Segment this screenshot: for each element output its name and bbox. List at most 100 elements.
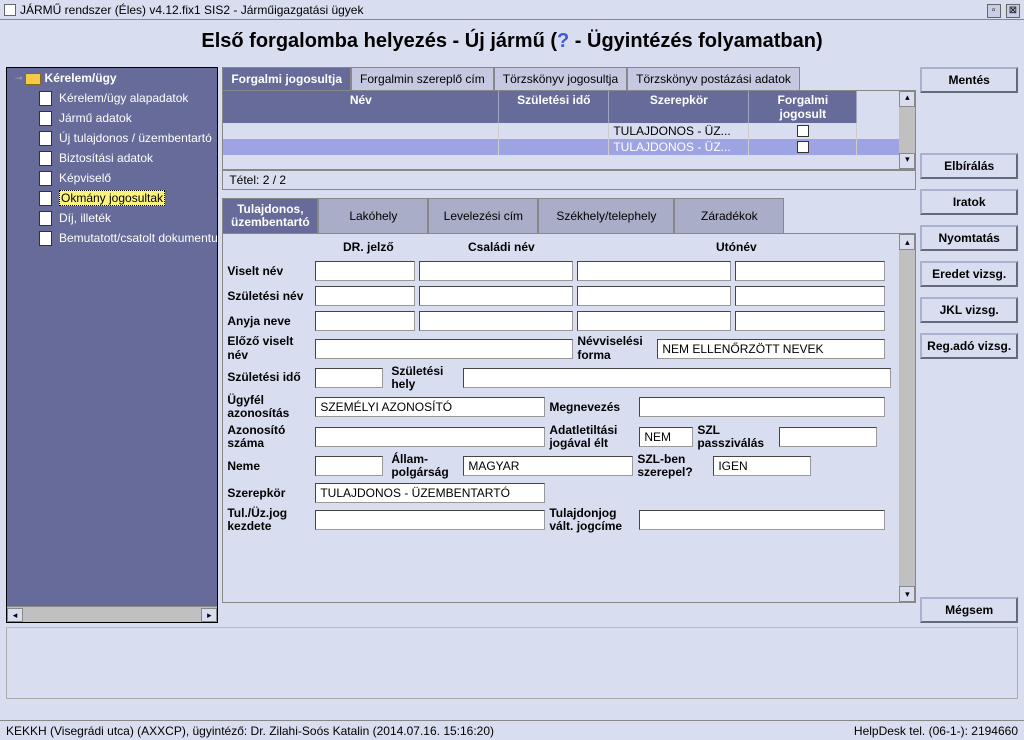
tree-item-0[interactable]: Kérelem/ügy alapadatok [7,88,217,108]
top-tab-3[interactable]: Törzskönyv postázási adatok [627,67,800,90]
megnev-input[interactable] [639,397,885,417]
szlben-input[interactable] [713,456,811,476]
label-szlben: SZL-ben szerepel? [637,453,709,479]
tree-item-7[interactable]: Bemutatott/csatolt dokumentu [7,228,217,248]
anyja-csaladi[interactable] [419,311,573,331]
page-title: Első forgalomba helyezés - Új jármű (? -… [0,20,1024,67]
col-role[interactable]: Szerepkör [609,91,749,123]
maximize-icon[interactable]: ▫ [987,4,1001,18]
tree-item-4[interactable]: Képviselő [7,168,217,188]
ugyfel-input[interactable] [315,397,545,417]
szulhely-input[interactable] [463,368,891,388]
cancel-button[interactable]: Mégsem [920,597,1018,623]
label-szulhely: Születési hely [391,365,459,391]
viselt-uto1[interactable] [577,261,731,281]
save-button[interactable]: Mentés [920,67,1018,93]
tree-item-1[interactable]: Jármű adatok [7,108,217,128]
iratok-button[interactable]: Iratok [920,189,1018,215]
szulido-input[interactable] [315,368,383,388]
szulnev-dr[interactable] [315,286,415,306]
tree-item-6[interactable]: Díj, illeték [7,208,217,228]
top-tab-1[interactable]: Forgalmin szereplő cím [351,67,494,90]
document-icon [39,171,55,185]
document-icon [39,231,55,245]
nevvis-input[interactable] [657,339,885,359]
document-icon [39,211,55,225]
titlebar: JÁRMŰ rendszer (Éles) v4.12.fix1 SIS2 - … [0,0,1024,20]
label-szlpass: SZL passziválás [697,424,775,450]
elbiralas-button[interactable]: Elbírálás [920,153,1018,179]
label-szerep: Szerepkör [227,486,311,500]
close-icon[interactable]: ⊠ [1006,4,1020,18]
label-megnev: Megnevezés [549,400,635,414]
col-jog[interactable]: Forgalmi jogosult [749,91,857,123]
jkl-button[interactable]: JKL vizsg. [920,297,1018,323]
neme-input[interactable] [315,456,383,476]
detail-tab-1[interactable]: Lakóhely [318,198,428,233]
szulnev-uto1[interactable] [577,286,731,306]
adat-input[interactable] [639,427,693,447]
label-azon: Azonosító száma [227,424,311,450]
anyja-uto2[interactable] [735,311,885,331]
elozo-input[interactable] [315,339,573,359]
anyja-uto1[interactable] [577,311,731,331]
label-szulido: Születési idő [227,371,311,384]
allam-input[interactable] [463,456,633,476]
regado-button[interactable]: Reg.adó vizsg. [920,333,1018,359]
grid-row[interactable]: TULAJDONOS - ÜZ... [223,123,899,139]
viselt-dr[interactable] [315,261,415,281]
checkbox-icon[interactable] [797,141,809,153]
document-icon [39,131,55,145]
anyja-dr[interactable] [315,311,415,331]
label-elozo: Előző viselt név [227,335,311,361]
label-anyja: Anyja neve [227,314,311,328]
top-tabs: Forgalmi jogosultjaForgalmin szereplő cí… [222,67,916,90]
grid-row[interactable]: TULAJDONOS - ÜZ... [223,139,899,155]
label-neme: Neme [227,459,311,473]
tree-item-3[interactable]: Biztosítási adatok [7,148,217,168]
viselt-uto2[interactable] [735,261,885,281]
azon-input[interactable] [315,427,545,447]
top-tab-2[interactable]: Törzskönyv jogosultja [494,67,627,90]
label-ugyfel: Ügyfél azonosítás [227,394,311,420]
col-szul[interactable]: Születési idő [499,91,609,123]
status-left: KEKKH (Visegrádi utca) (AXXCP), ügyintéz… [6,724,494,738]
tulcim-input[interactable] [639,510,885,530]
detail-tab-0[interactable]: Tulajdonos,üzembentartó [222,198,318,233]
detail-tabs: Tulajdonos,üzembentartóLakóhelyLevelezés… [222,198,916,233]
tree-pane: ⊸Kérelem/ügyKérelem/ügy alapadatokJármű … [6,67,218,623]
document-icon [39,191,55,205]
col-csaladi: Családi név [421,240,581,254]
szerep-input[interactable] [315,483,545,503]
col-utonev: Utónév [581,240,891,254]
grid-vscrollbar[interactable]: ▴ ▾ [899,91,915,169]
document-icon [39,111,55,125]
document-icon [39,91,55,105]
szulnev-csaladi[interactable] [419,286,573,306]
document-icon [39,151,55,165]
detail-tab-4[interactable]: Záradékok [674,198,784,233]
tuljog-input[interactable] [315,510,545,530]
eredet-button[interactable]: Eredet vizsg. [920,261,1018,287]
checkbox-icon[interactable] [797,125,809,137]
nyomtatas-button[interactable]: Nyomtatás [920,225,1018,251]
tree-item-5[interactable]: Okmány jogosultak [7,188,217,208]
owner-form: DR. jelző Családi név Utónév Viselt név … [222,233,916,603]
szulnev-uto2[interactable] [735,286,885,306]
folder-icon [25,71,41,85]
col-nev[interactable]: Név [223,91,499,123]
tree-item-2[interactable]: Új tulajdonos / üzembentartó [7,128,217,148]
tree-root[interactable]: ⊸Kérelem/ügy [7,68,217,88]
label-adat: Adatletiltási jogával élt [549,424,635,450]
tree-hscrollbar[interactable]: ◂▸ [7,606,217,622]
col-dr: DR. jelző [315,240,421,254]
statusbar: KEKKH (Visegrádi utca) (AXXCP), ügyintéz… [0,720,1024,740]
detail-tab-3[interactable]: Székhely/telephely [538,198,674,233]
label-nevvis: Névviselési forma [577,335,653,361]
detail-tab-2[interactable]: Levelezési cím [428,198,538,233]
top-tab-0[interactable]: Forgalmi jogosultja [222,67,351,90]
viselt-csaladi[interactable] [419,261,573,281]
label-viselt: Viselt név [227,264,311,278]
form-vscrollbar[interactable]: ▴▾ [899,234,915,602]
szlpass-input[interactable] [779,427,877,447]
